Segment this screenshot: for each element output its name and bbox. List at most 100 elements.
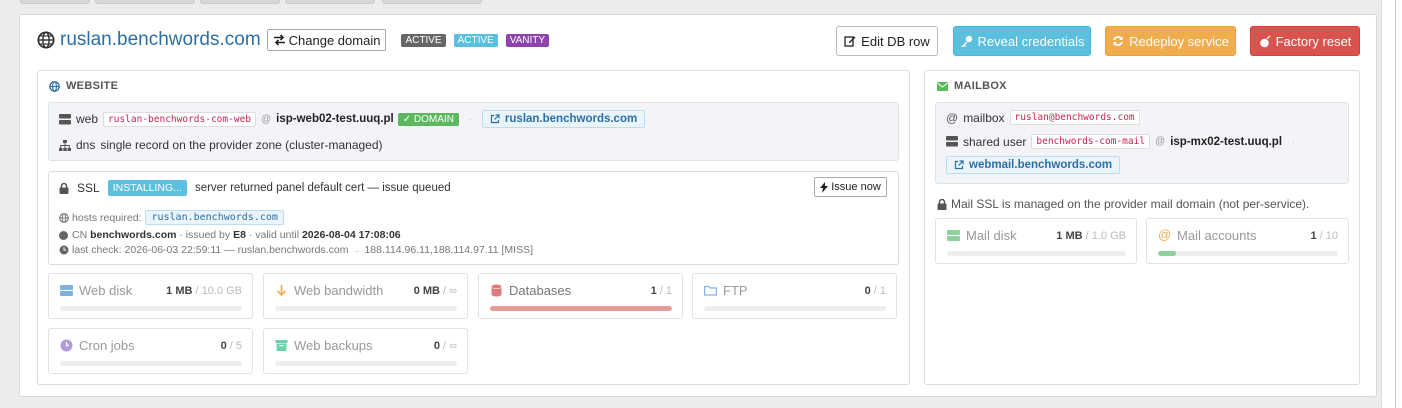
web-label: web: [76, 112, 99, 126]
issue-now-button[interactable]: Issue now: [814, 177, 887, 197]
envelope-icon: [937, 81, 948, 91]
lock-icon: [59, 182, 69, 194]
redeploy-service-label: Redeploy service: [1129, 33, 1229, 49]
mailbox-section-title: MAILBOX: [937, 80, 1007, 92]
progress-bar: [1158, 251, 1338, 256]
valid-until-value: 2026-08-04 17:08:06: [301, 229, 401, 241]
stat-used: 0 MB: [413, 285, 440, 297]
mailbox-label: mailbox: [963, 110, 1005, 125]
website-title-label: WEBSITE: [66, 80, 119, 92]
stat-value: 1 / 10: [1310, 230, 1338, 242]
stat-value: 0 MB / ∞: [414, 285, 457, 297]
shared-user-row: shared user benchwords-com-mail @ isp-mx…: [946, 134, 1305, 149]
stat-used: 1: [1310, 230, 1317, 242]
issued-by-label: · issued by: [179, 229, 231, 241]
stat-web-bandwidth: Web bandwidth 0 MB / ∞: [263, 273, 468, 319]
webmail-link[interactable]: webmail.benchwords.com: [946, 156, 1121, 174]
progress-fill: [490, 306, 672, 311]
cn-label: CN: [72, 229, 88, 241]
last-check-row: last check: 2026-06-03 22:59:11 — ruslan…: [59, 244, 533, 256]
stat-value: 1 / 1: [651, 285, 672, 297]
top-tab[interactable]: [285, 0, 375, 4]
stat-value: 0 / 1: [865, 285, 886, 297]
clock-icon: [60, 339, 73, 352]
globe-icon: [37, 31, 55, 49]
progress-bar: [275, 306, 457, 311]
dns-row: dns single record on the provider zone (…: [59, 138, 383, 152]
server-icon: [60, 285, 73, 296]
stat-used: 0: [864, 285, 871, 297]
mailbox-row: @ mailbox ruslan@benchwords.com: [946, 110, 1140, 125]
clock-icon: [59, 245, 69, 255]
stat-label: Databases: [509, 283, 572, 298]
mail-ssl-note: Mail SSL is managed on the provider mail…: [937, 197, 1309, 211]
bomb-icon: [1259, 35, 1271, 47]
top-tab[interactable]: [200, 0, 280, 4]
stat-label: Web bandwidth: [294, 283, 384, 298]
dns-label: dns: [76, 138, 96, 152]
certificate-icon: [59, 230, 68, 240]
reveal-credentials-label: Reveal credentials: [977, 33, 1085, 49]
stat-cron-jobs: Cron jobs 0 / 5: [48, 328, 253, 374]
archive-icon: [275, 340, 288, 351]
stat-label: Web disk: [79, 283, 133, 298]
shared-user-label: shared user: [963, 134, 1027, 149]
stat-value: 1 MB / 1.0 GB: [1056, 230, 1126, 242]
cn-value: benchwords.com: [90, 229, 177, 241]
status-badge: ACTIVE: [401, 33, 446, 47]
refresh-icon: [1113, 36, 1123, 46]
factory-reset-button[interactable]: Factory reset: [1250, 26, 1360, 56]
server-icon: [946, 136, 958, 147]
domain-badge-label: DOMAIN: [413, 113, 454, 125]
reveal-credentials-button[interactable]: Reveal credentials: [953, 26, 1091, 56]
edit-icon: [844, 36, 856, 47]
mailbox-title-label: MAILBOX: [954, 80, 1007, 92]
change-domain-label: Change domain: [288, 32, 381, 48]
status-badge: ACTIVE: [453, 33, 498, 47]
cert-info-row: CN benchwords.com · issued by E8 · valid…: [59, 229, 401, 241]
mail-ssl-text: Mail SSL is managed on the provider mail…: [951, 197, 1310, 211]
website-open-link[interactable]: ruslan.benchwords.com: [481, 110, 646, 128]
progress-bar: [275, 361, 457, 366]
key-icon: [960, 35, 972, 47]
external-link-icon: [954, 160, 964, 170]
change-domain-button[interactable]: Change domain: [266, 29, 387, 51]
swap-arrows-icon: [273, 34, 285, 46]
stat-value: 1 MB / 10.0 GB: [166, 285, 242, 297]
edit-db-row-button[interactable]: Edit DB row: [836, 26, 938, 56]
stat-web-disk: Web disk 1 MB / 10.0 GB: [48, 273, 253, 319]
stat-label: Web backups: [294, 338, 373, 353]
globe-icon: [59, 212, 69, 223]
stat-label: Mail disk: [966, 228, 1017, 243]
hosts-required-row: hosts required: ruslan.benchwords.com: [59, 210, 284, 225]
resolved-ips: 188.114.96.11,188.114.97.11 [MISS]: [364, 244, 533, 256]
progress-bar: [490, 306, 672, 311]
progress-bar: [60, 361, 242, 366]
stat-label: Cron jobs: [79, 338, 135, 353]
arrow-icon: →: [352, 245, 361, 255]
top-tab-strip: [0, 0, 1380, 6]
top-tab[interactable]: [382, 0, 482, 4]
website-link-label: ruslan.benchwords.com: [504, 113, 638, 125]
progress-fill: [1158, 251, 1176, 256]
stat-used: 1 MB: [166, 285, 193, 297]
webmail-row: webmail.benchwords.com: [946, 156, 1121, 174]
shared-user-code: benchwords-com-mail: [1031, 134, 1151, 149]
stat-used: 0: [220, 340, 227, 352]
separator: ·: [1292, 136, 1296, 147]
last-check-text: last check: 2026-06-03 22:59:11 — ruslan…: [72, 244, 349, 256]
stat-used: 0: [433, 340, 440, 352]
service-title-link[interactable]: ruslan.benchwords.com: [60, 29, 261, 51]
progress-bar: [704, 306, 886, 311]
right-scrollbar[interactable]: [1381, 0, 1402, 408]
redeploy-service-button[interactable]: Redeploy service: [1105, 26, 1236, 56]
stat-limit: / 5: [229, 340, 242, 352]
database-icon: [491, 284, 502, 297]
webmail-link-label: webmail.benchwords.com: [969, 159, 1113, 171]
at-icon: @: [946, 110, 959, 125]
edit-db-row-label: Edit DB row: [861, 33, 930, 49]
top-tab[interactable]: [95, 0, 195, 4]
top-tab[interactable]: [20, 0, 90, 4]
stat-limit: / 1: [659, 285, 672, 297]
arrow-down-icon: [276, 285, 287, 297]
